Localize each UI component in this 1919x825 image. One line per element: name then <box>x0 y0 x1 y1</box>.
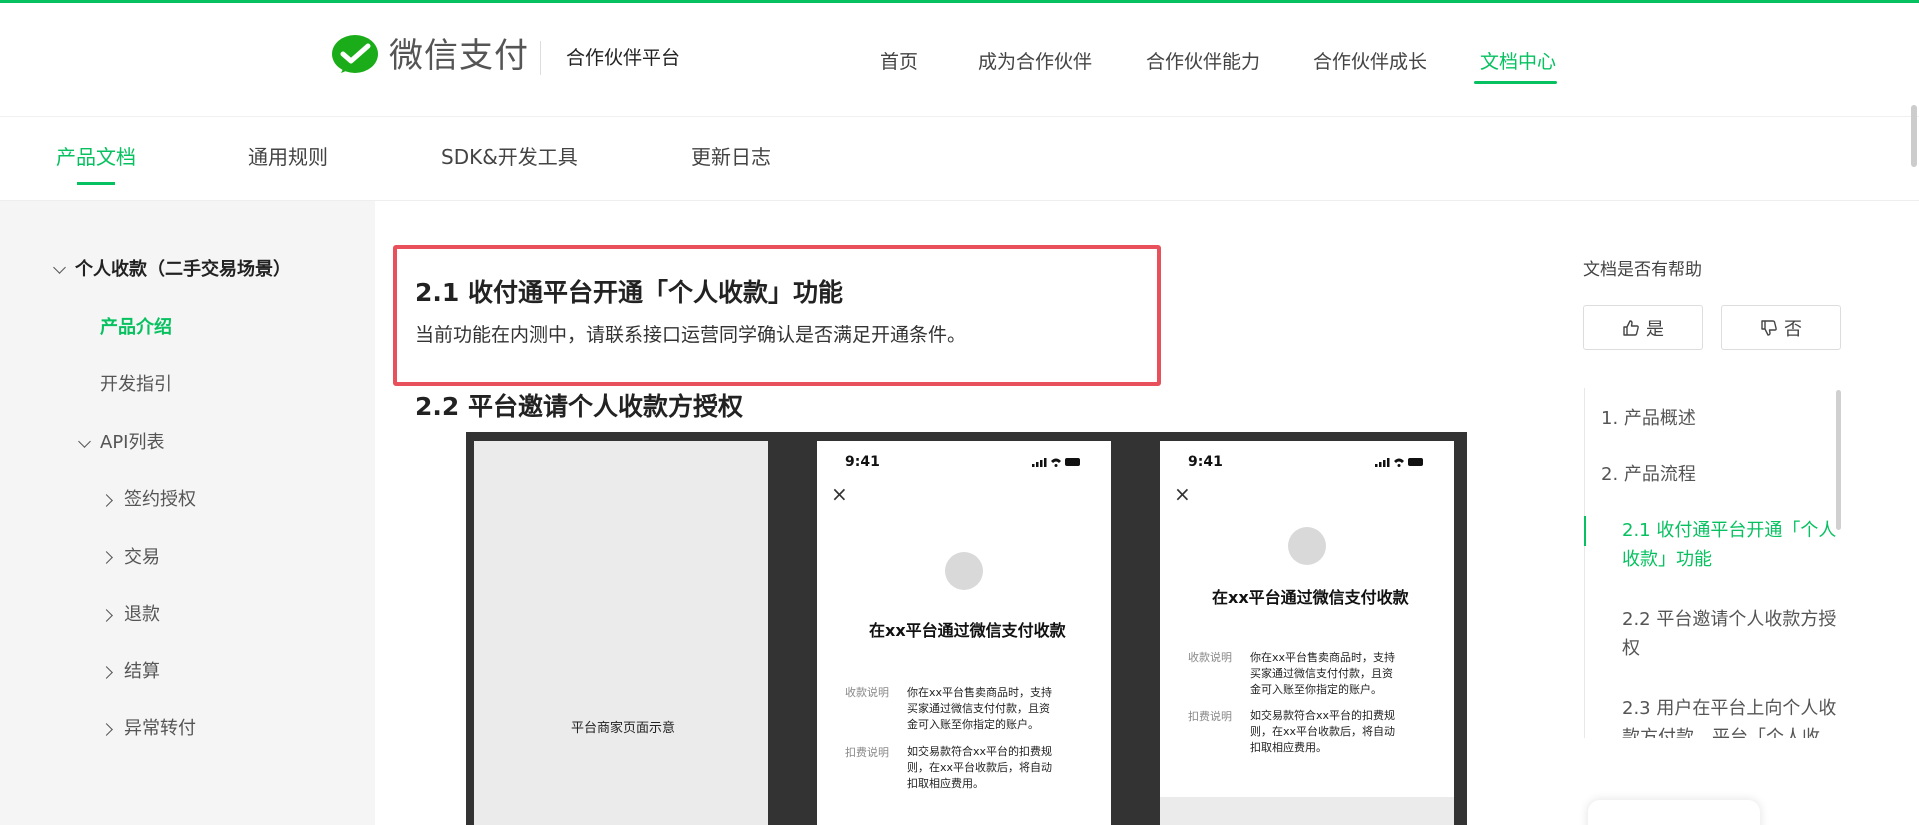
section-2-1-desc: 当前功能在内测中，请联系接口运营同学确认是否满足开通条件。 <box>415 324 967 346</box>
avatar-placeholder <box>945 552 983 590</box>
helpful-yes-button[interactable]: 是 <box>1583 305 1703 350</box>
sidebar-section-personal-collection[interactable]: 个人收款（二手交易场景） <box>75 257 291 283</box>
phone-title: 在xx平台通过微信支付收款 <box>1212 588 1409 607</box>
helpful-no-label: 否 <box>1784 318 1802 340</box>
sidebar-item-trade[interactable]: 交易 <box>124 545 160 571</box>
fee-desc-label: 扣费说明 <box>1188 710 1232 723</box>
phone-title: 在xx平台通过微信支付收款 <box>869 621 1066 640</box>
page-scrollbar[interactable] <box>1911 105 1917 167</box>
sidebar-item-dev-guide[interactable]: 开发指引 <box>100 372 172 398</box>
tab-product-docs[interactable]: 产品文档 <box>56 143 136 171</box>
toc-item-flow[interactable]: 2. 产品流程 <box>1601 460 1836 489</box>
status-bar-icon <box>1375 458 1423 467</box>
wechat-pay-logo-icon[interactable] <box>331 34 379 79</box>
close-icon[interactable]: × <box>831 484 848 504</box>
platform-name: 合作伙伴平台 <box>566 47 681 69</box>
fee-desc-label: 扣费说明 <box>845 746 889 759</box>
brand-divider <box>540 41 541 75</box>
header: 微信支付 合作伙伴平台 首页 成为合作伙伴 合作伙伴能力 合作伙伴成长 文档中心 <box>0 3 1919 117</box>
status-time: 9:41 <box>845 454 880 470</box>
collection-desc-label: 收款说明 <box>845 686 889 699</box>
nav-become-partner[interactable]: 成为合作伙伴 <box>978 49 1092 75</box>
toc-item-2-3[interactable]: 2.3 用户在平台上向个人收款方付款，平台「个人收 <box>1622 694 1837 738</box>
toc-item-overview[interactable]: 1. 产品概述 <box>1601 404 1836 433</box>
sidebar-item-abnormal-transfer[interactable]: 异常转付 <box>124 716 196 742</box>
status-time: 9:41 <box>1188 454 1223 470</box>
doc-helpful-question: 文档是否有帮助 <box>1583 260 1702 280</box>
collection-desc-text: 你在xx平台售卖商品时，支持买家通过微信支付付款，且资金可入账至你指定的账户。 <box>1250 651 1396 696</box>
toc-item-2-2[interactable]: 2.2 平台邀请个人收款方授权 <box>1622 605 1837 663</box>
section-2-1-title: 2.1 收付通平台开通「个人收款」功能 <box>415 278 843 307</box>
avatar-placeholder <box>1288 527 1326 565</box>
nav-home[interactable]: 首页 <box>880 49 918 75</box>
sidebar-item-settlement[interactable]: 结算 <box>124 659 160 685</box>
thumbs-up-icon <box>1623 319 1639 336</box>
highlight-box <box>393 245 1161 386</box>
sidebar-item-product-intro[interactable]: 产品介绍 <box>100 315 172 341</box>
sidebar-item-sign-auth[interactable]: 签约授权 <box>124 487 196 513</box>
helpful-yes-label: 是 <box>1646 318 1664 340</box>
close-icon[interactable]: × <box>1174 484 1191 504</box>
nav-active-indicator <box>1474 81 1557 84</box>
status-bar-icon <box>1032 458 1080 467</box>
doc-tabs: 产品文档 通用规则 SDK&开发工具 更新日志 <box>0 117 1919 201</box>
merchant-page-mock <box>474 441 768 825</box>
toc-scrollbar[interactable] <box>1836 390 1841 530</box>
nav-doc-center[interactable]: 文档中心 <box>1480 49 1556 75</box>
nav-partner-capability[interactable]: 合作伙伴能力 <box>1146 49 1260 75</box>
tab-general-rules[interactable]: 通用规则 <box>248 143 328 171</box>
fee-desc-text: 如交易款符合xx平台的扣费规则，在xx平台收款后，将自动扣取相应费用。 <box>907 745 1053 790</box>
tab-changelog[interactable]: 更新日志 <box>691 143 771 171</box>
tab-sdk-tools[interactable]: SDK&开发工具 <box>441 143 578 171</box>
collection-desc-text: 你在xx平台售卖商品时，支持买家通过微信支付付款，且资金可入账至你指定的账户。 <box>907 686 1053 731</box>
phone-bottom-area <box>1160 797 1454 825</box>
helpful-no-button[interactable]: 否 <box>1721 305 1841 350</box>
fee-desc-text: 如交易款符合xx平台的扣费规则，在xx平台收款后，将自动扣取相应费用。 <box>1250 709 1396 754</box>
toc-item-2-1[interactable]: 2.1 收付通平台开通「个人收款」功能 <box>1622 516 1837 574</box>
thumbs-down-icon <box>1761 319 1777 336</box>
merchant-page-label: 平台商家页面示意 <box>571 721 676 736</box>
collection-desc-label: 收款说明 <box>1188 651 1232 664</box>
phone-mock-2 <box>1160 441 1454 825</box>
toc: 1. 产品概述 2. 产品流程 2.1 收付通平台开通「个人收款」功能 2.2 … <box>1584 388 1844 738</box>
nav-partner-growth[interactable]: 合作伙伴成长 <box>1313 49 1427 75</box>
floating-card[interactable] <box>1588 800 1760 825</box>
section-2-2-title: 2.2 平台邀请个人收款方授权 <box>415 392 743 421</box>
sidebar-item-refund[interactable]: 退款 <box>124 602 160 628</box>
tab-active-indicator <box>77 182 115 185</box>
brand-name[interactable]: 微信支付 <box>389 35 529 77</box>
sidebar-item-api-list[interactable]: API列表 <box>100 430 164 456</box>
